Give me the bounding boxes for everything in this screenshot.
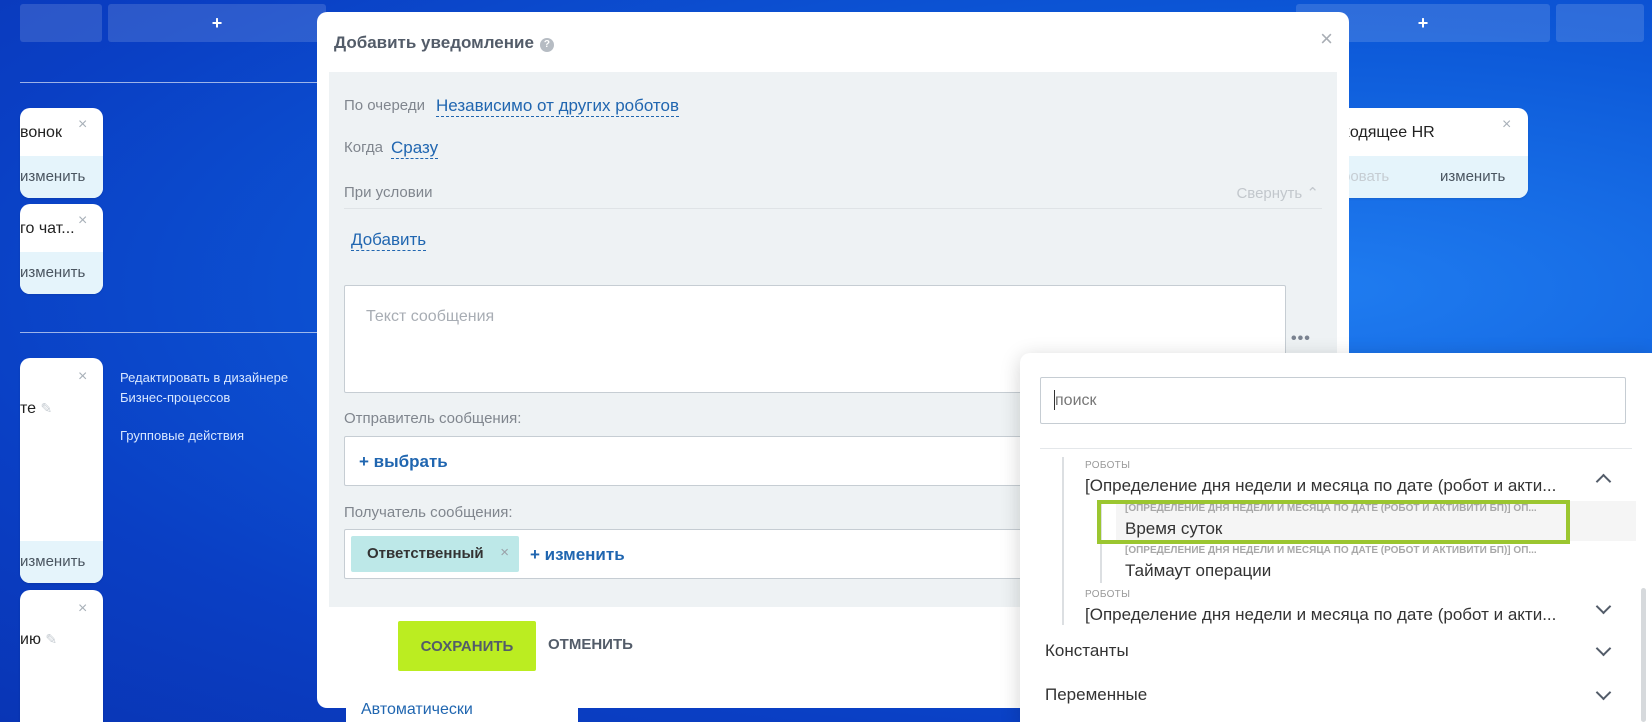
plus-icon: + [211,12,223,33]
close-icon[interactable]: × [78,116,87,134]
list-item-timeout[interactable]: Таймаут операции [1125,561,1271,581]
select-sender-link[interactable]: + выбрать [359,452,448,472]
robot-card[interactable]: го чат... × изменить [20,204,103,294]
chevron-down-icon[interactable] [1595,640,1612,657]
auto-field[interactable]: Автоматически [346,683,578,722]
robot-card[interactable]: вонок × изменить [20,108,103,198]
robot-card-title: ию ✎ [20,631,57,649]
pencil-icon[interactable]: ✎ [45,631,57,647]
divider [20,332,318,333]
robot-card-footer: изменить [20,541,103,583]
column-header [20,4,102,42]
when-label: Когда [344,139,383,156]
cancel-button[interactable]: ОТМЕНИТЬ [548,636,633,653]
item-caption: [ОПРЕДЕЛЕНИЕ ДНЯ НЕДЕЛИ И МЕСЯЦА ПО ДАТЕ… [1125,545,1537,556]
scrollbar[interactable] [1641,588,1646,722]
collapse-toggle[interactable]: Свернуть ⌃ [1236,184,1319,202]
close-icon[interactable]: × [1320,26,1333,52]
search-placeholder: поиск [1055,392,1097,409]
help-icon[interactable]: ? [539,38,554,52]
field-selector-popup: поиск РОБОТЫ [Определение дня недели и м… [1020,353,1652,722]
robot-card-title-text: те [20,400,37,417]
robot-card-footer: изменить [20,156,103,198]
edit-link[interactable]: изменить [1440,168,1505,185]
collapse-label: Свернуть [1236,185,1303,202]
robot-card-title-text: ию [20,631,41,648]
auto-value: Автоматически [361,701,473,718]
search-input[interactable]: поиск [1040,377,1626,424]
text-caret [1054,390,1055,410]
add-condition-link[interactable]: Добавить [351,230,427,251]
when-value-link[interactable]: Сразу [391,138,439,159]
selection-highlight [1097,500,1570,544]
divider [1040,448,1632,449]
robot-card-footer: ровать изменить [1330,156,1528,198]
chevron-up-icon: ⌃ [1306,185,1319,202]
column-header [1556,4,1644,42]
dialog-title-text: Добавить уведомление [334,33,534,52]
group-actions-link[interactable]: Групповые действия [120,426,244,446]
save-button[interactable]: СОХРАНИТЬ [398,621,536,671]
divider [344,208,1322,209]
pencil-icon[interactable]: ✎ [41,400,53,416]
group-caption: РОБОТЫ [1085,460,1131,471]
robot-card[interactable]: ходящее HR × ровать изменить [1330,108,1528,198]
section-variables[interactable]: Переменные [1045,685,1147,705]
plus-icon: + [1417,12,1429,33]
message-placeholder: Текст сообщения [366,308,495,325]
queue-label: По очереди [344,97,425,114]
recipient-label: Получатель сообщения: [344,504,513,521]
group-title[interactable]: [Определение дня недели и месяца по дате… [1085,476,1556,496]
robot-card[interactable]: те ✎ × изменить [20,358,103,583]
sender-label: Отправитель сообщения: [344,410,522,427]
chevron-down-icon[interactable] [1595,598,1612,615]
group-caption: РОБОТЫ [1085,589,1131,600]
robot-card-title: вонок [20,124,62,141]
robot-card-title: ходящее HR [1342,124,1435,141]
recipient-tag-label: Ответственный [367,545,484,562]
more-dots-icon[interactable]: ••• [1291,330,1311,348]
change-recipient-link[interactable]: + изменить [530,545,625,565]
tree-line [1062,457,1064,625]
robot-card-title: го чат... [20,220,75,237]
recipient-tag: Ответственный × [351,536,519,572]
edit-link[interactable]: изменить [20,264,85,281]
dialog-title: Добавить уведомление? [334,33,554,53]
robot-card-title: те ✎ [20,400,52,418]
divider [20,82,318,83]
chevron-down-icon[interactable] [1595,684,1612,701]
condition-label: При условии [344,184,433,201]
remove-tag-icon[interactable]: × [500,544,509,561]
close-icon[interactable]: × [78,368,87,386]
chevron-up-icon[interactable] [1595,473,1612,490]
queue-value-link[interactable]: Независимо от других роботов [436,96,679,117]
robot-card[interactable]: ию ✎ × [20,590,103,722]
close-icon[interactable]: × [1502,116,1511,134]
robot-card-footer: изменить [20,252,103,294]
add-column-button[interactable]: + [108,4,326,42]
bp-designer-link[interactable]: Редактировать в дизайнере Бизнес-процесс… [120,368,310,408]
edit-link[interactable]: изменить [20,168,85,185]
edit-link[interactable]: изменить [20,553,85,570]
close-icon[interactable]: × [78,600,87,618]
disabled-link: ровать [1342,168,1390,185]
group-title[interactable]: [Определение дня недели и месяца по дате… [1085,605,1556,625]
section-constants[interactable]: Константы [1045,641,1129,661]
close-icon[interactable]: × [78,212,87,230]
